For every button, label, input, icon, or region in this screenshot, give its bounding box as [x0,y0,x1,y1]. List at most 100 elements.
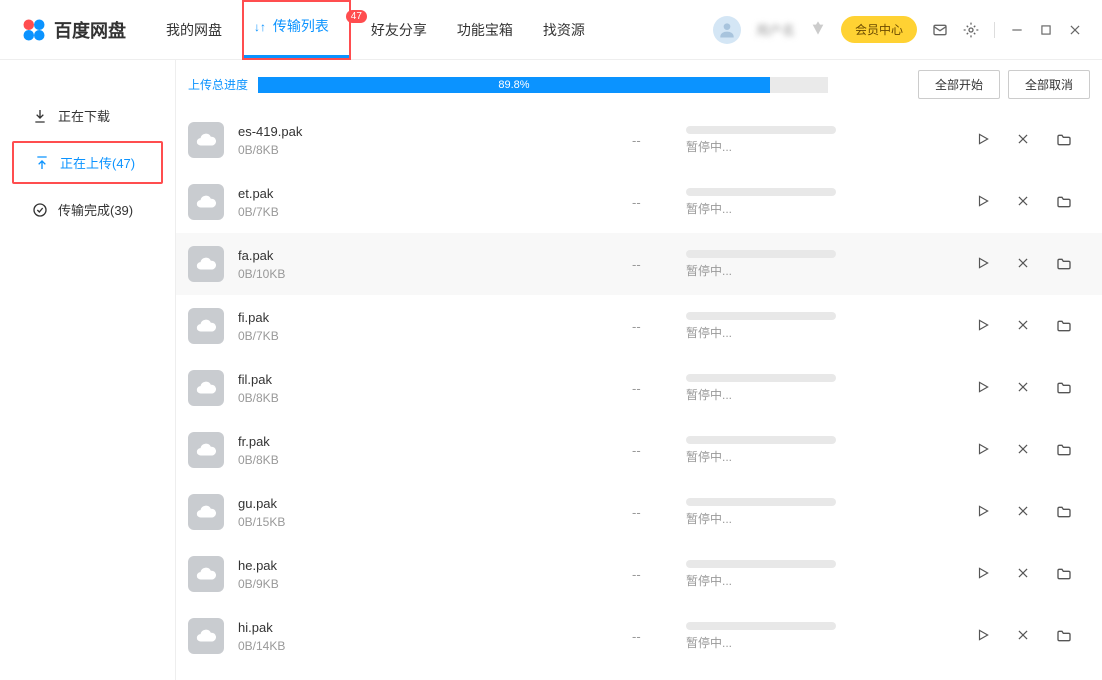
sidebar-downloading[interactable]: 正在下载 [12,96,163,135]
logo-icon [20,16,48,44]
file-status: 暂停中... [686,386,962,403]
file-size: 0B/9KB [238,577,618,591]
file-row[interactable]: hr.pak 0B/8KB -- 暂停中... [176,667,1102,680]
file-type-icon [188,184,224,220]
nav-transfer[interactable]: ↓↑ 传输列表 47 [242,0,351,60]
file-speed: -- [632,381,672,396]
cancel-icon[interactable] [1016,318,1030,334]
cancel-icon[interactable] [1016,132,1030,148]
play-icon[interactable] [976,380,990,396]
sidebar: 正在下载 正在上传(47) 传输完成(39) [0,60,175,680]
progress-label: 上传总进度 [188,76,248,93]
file-speed: -- [632,133,672,148]
file-row[interactable]: fa.pak 0B/10KB -- 暂停中... [176,233,1102,295]
file-name: et.pak [238,186,618,201]
settings-icon[interactable] [963,22,979,38]
file-progress: 暂停中... [686,560,962,589]
cancel-icon[interactable] [1016,628,1030,644]
file-speed: -- [632,505,672,520]
file-type-icon [188,556,224,592]
file-row[interactable]: es-419.pak 0B/8KB -- 暂停中... [176,109,1102,171]
sidebar-downloading-label: 正在下载 [58,106,110,125]
nav-friend-share[interactable]: 好友分享 [371,0,427,60]
cancel-icon[interactable] [1016,442,1030,458]
file-actions [976,380,1090,396]
folder-icon[interactable] [1056,566,1072,582]
file-info: gu.pak 0B/15KB [238,496,618,529]
file-name: gu.pak [238,496,618,511]
cancel-icon[interactable] [1016,194,1030,210]
folder-icon[interactable] [1056,194,1072,210]
file-row[interactable]: fi.pak 0B/7KB -- 暂停中... [176,295,1102,357]
file-row[interactable]: hi.pak 0B/14KB -- 暂停中... [176,605,1102,667]
vip-center-button[interactable]: 会员中心 [841,16,917,43]
cancel-icon[interactable] [1016,566,1030,582]
file-name: fi.pak [238,310,618,325]
play-icon[interactable] [976,132,990,148]
file-progress: 暂停中... [686,436,962,465]
file-progress-track [686,250,836,258]
folder-icon[interactable] [1056,380,1072,396]
maximize-icon[interactable] [1039,23,1053,37]
folder-icon[interactable] [1056,442,1072,458]
progress-fill: 89.8% [258,77,770,93]
file-status: 暂停中... [686,634,962,651]
folder-icon[interactable] [1056,318,1072,334]
play-icon[interactable] [976,504,990,520]
file-size: 0B/10KB [238,267,618,281]
check-icon [32,202,48,218]
file-actions [976,194,1090,210]
upload-icon [34,155,50,171]
start-all-button[interactable]: 全部开始 [918,70,1000,99]
play-icon[interactable] [976,194,990,210]
play-icon[interactable] [976,256,990,272]
vip-diamond-icon [810,20,826,39]
minimize-icon[interactable] [1010,23,1024,37]
sidebar-completed[interactable]: 传输完成(39) [12,190,163,229]
file-progress-track [686,436,836,444]
user-name[interactable]: 用户名 [756,20,795,39]
cancel-icon[interactable] [1016,380,1030,396]
logo[interactable]: 百度网盘 [20,16,126,44]
nav-toolbox[interactable]: 功能宝箱 [457,0,513,60]
close-icon[interactable] [1068,23,1082,37]
file-row[interactable]: gu.pak 0B/15KB -- 暂停中... [176,481,1102,543]
folder-icon[interactable] [1056,628,1072,644]
file-name: hi.pak [238,620,618,635]
file-status: 暂停中... [686,262,962,279]
cancel-icon[interactable] [1016,504,1030,520]
header: 百度网盘 我的网盘 ↓↑ 传输列表 47 好友分享 功能宝箱 找资源 用户名 会… [0,0,1102,60]
file-row[interactable]: fr.pak 0B/8KB -- 暂停中... [176,419,1102,481]
file-type-icon [188,308,224,344]
nav-my-pan[interactable]: 我的网盘 [166,0,222,60]
play-icon[interactable] [976,628,990,644]
file-info: fi.pak 0B/7KB [238,310,618,343]
cancel-icon[interactable] [1016,256,1030,272]
file-list[interactable]: es-419.pak 0B/8KB -- 暂停中... et.pak 0B/7K… [176,109,1102,680]
avatar[interactable] [713,16,741,44]
progress-bar: 上传总进度 89.8% 全部开始 全部取消 [176,60,1102,109]
file-type-icon [188,618,224,654]
file-row[interactable]: he.pak 0B/9KB -- 暂停中... [176,543,1102,605]
play-icon[interactable] [976,442,990,458]
logo-text: 百度网盘 [54,17,126,43]
file-speed: -- [632,319,672,334]
play-icon[interactable] [976,566,990,582]
folder-icon[interactable] [1056,504,1072,520]
nav-find-resource[interactable]: 找资源 [543,0,585,60]
play-icon[interactable] [976,318,990,334]
file-size: 0B/7KB [238,205,618,219]
file-row[interactable]: fil.pak 0B/8KB -- 暂停中... [176,357,1102,419]
file-progress-track [686,498,836,506]
sidebar-uploading[interactable]: 正在上传(47) [12,141,163,184]
mail-icon[interactable] [932,22,948,38]
cancel-all-button[interactable]: 全部取消 [1008,70,1090,99]
file-progress: 暂停中... [686,126,962,155]
file-name: he.pak [238,558,618,573]
nav: 我的网盘 ↓↑ 传输列表 47 好友分享 功能宝箱 找资源 [166,0,713,60]
progress-actions: 全部开始 全部取消 [918,70,1090,99]
file-row[interactable]: et.pak 0B/7KB -- 暂停中... [176,171,1102,233]
folder-icon[interactable] [1056,132,1072,148]
file-status: 暂停中... [686,200,962,217]
folder-icon[interactable] [1056,256,1072,272]
